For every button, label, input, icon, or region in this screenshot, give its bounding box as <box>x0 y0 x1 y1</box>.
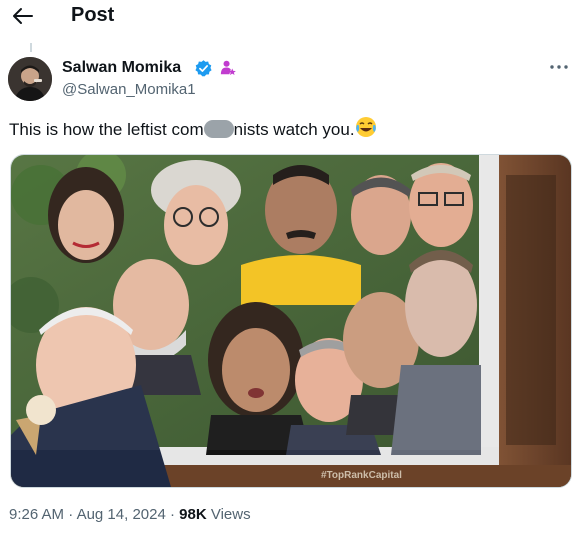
tweet-text-part: nists watch you. <box>233 120 355 139</box>
avatar[interactable] <box>8 57 52 101</box>
tweet-text: This is how the leftist com nists watch y… <box>9 116 377 142</box>
page-title: Post <box>71 4 115 26</box>
more-options-icon[interactable] <box>549 62 569 72</box>
verified-badge-icon[interactable] <box>194 59 213 78</box>
redaction-blur <box>203 120 234 138</box>
author-display-name[interactable]: Salwan Momika <box>62 58 181 78</box>
arrow-left-icon[interactable] <box>12 6 34 26</box>
watermark-text: #TopRankCapital <box>321 470 402 481</box>
tweet-media-image[interactable]: #TopRankCapital <box>10 154 572 488</box>
post-date[interactable]: Aug 14, 2024 <box>77 506 166 523</box>
views-count: 98K <box>179 506 207 523</box>
top-bar: Post <box>0 0 577 36</box>
tweet-text-part: This is how the leftist com <box>9 120 204 139</box>
avatar-image <box>8 57 52 101</box>
meme-illustration: #TopRankCapital <box>11 155 571 487</box>
affiliate-badge-icon[interactable] <box>218 59 237 78</box>
tweet-meta: 9:26 AM · Aug 14, 2024 · 98K Views <box>9 505 251 525</box>
laughing-tears-emoji-icon <box>355 117 376 137</box>
meta-separator: · <box>68 506 74 523</box>
author-handle[interactable]: @Salwan_Momika1 <box>62 80 196 100</box>
post-time[interactable]: 9:26 AM <box>9 506 64 523</box>
thread-connector <box>30 43 32 52</box>
meta-separator: · <box>169 506 175 523</box>
views-label: Views <box>210 506 251 523</box>
